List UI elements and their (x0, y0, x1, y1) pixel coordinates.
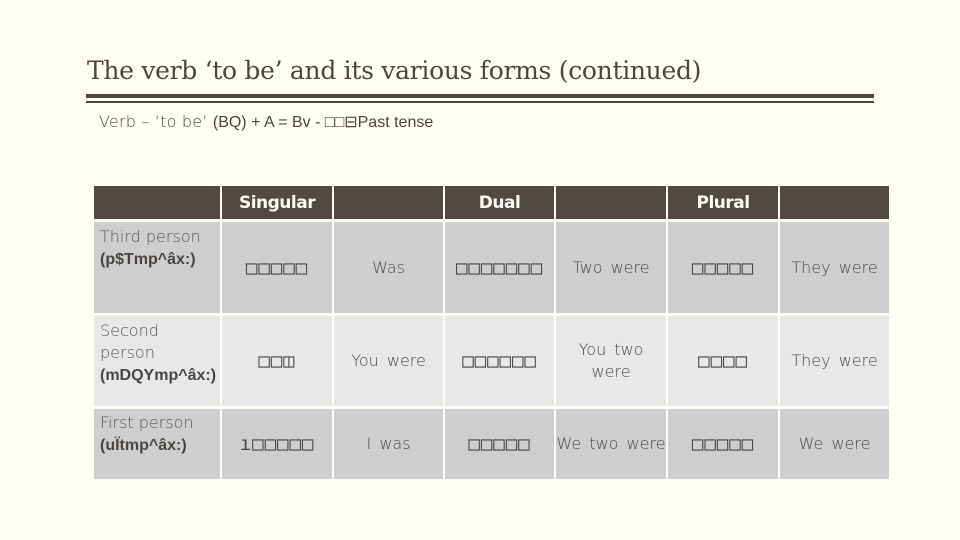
dual-native-cell: □□□□□□ (445, 316, 557, 409)
singular-english-cell: I was (334, 409, 446, 479)
person-code: (p$Tmp^âx:) (100, 251, 196, 268)
person-label: Third person (100, 227, 201, 246)
plural-english-cell: They were (780, 316, 890, 409)
table-row-third-person: Third person (p$Tmp^âx:) □□□□□ Was □□□□□… (94, 222, 890, 316)
table-header-row: Singular Dual Plural (94, 186, 890, 222)
header-empty (94, 186, 223, 222)
singular-native-cell: ı□□□□□ (222, 409, 335, 479)
singular-native-cell: □□□□□ (222, 222, 335, 316)
person-code: (uÏtmp^âx:) (100, 437, 187, 454)
plural-native-cell: □□□□□ (668, 409, 781, 479)
verb-forms-table: Singular Dual Plural Third person (p$Tmp… (94, 186, 890, 479)
person-cell: Third person (p$Tmp^âx:) (94, 222, 223, 316)
title-divider-thin (86, 101, 874, 103)
person-code: (mDQYmp^âx:) (100, 367, 217, 384)
dual-english-cell: You two were (556, 316, 669, 409)
person-label: First person (100, 413, 194, 432)
page-title: The verb ‘to be’ and its various forms (… (87, 56, 702, 85)
person-label: Second person (100, 321, 159, 362)
plural-native-cell: □□□□ (668, 316, 781, 409)
header-singular: Singular (222, 186, 335, 222)
plural-english-cell: They were (780, 222, 890, 316)
title-divider-thick (86, 94, 874, 98)
header-empty (334, 186, 446, 222)
header-empty (780, 186, 890, 222)
table-row-second-person: Second person (mDQYmp^âx:) □□◫ You were … (94, 316, 890, 409)
header-plural: Plural (668, 186, 781, 222)
dual-english-cell: Two were (556, 222, 669, 316)
header-dual: Dual (445, 186, 557, 222)
singular-english-cell: You were (334, 316, 446, 409)
subtitle-verb-label: Verb – ‘to be’ (99, 112, 213, 131)
dual-native-cell: □□□□□ (445, 409, 557, 479)
plural-native-cell: □□□□□ (668, 222, 781, 316)
plural-english-cell: We were (780, 409, 890, 479)
person-cell: First person (uÏtmp^âx:) (94, 409, 223, 479)
subtitle-formula: (BQ) + A = Bv - □□⊟Past tense (212, 114, 434, 131)
singular-native-cell: □□◫ (222, 316, 335, 409)
table-row-first-person: First person (uÏtmp^âx:) ı□□□□□ I was □□… (94, 409, 890, 479)
header-empty (556, 186, 669, 222)
dual-english-cell: We two were (556, 409, 669, 479)
person-cell: Second person (mDQYmp^âx:) (94, 316, 223, 409)
singular-english-cell: Was (334, 222, 446, 316)
dual-native-cell: □□□□□□□ (445, 222, 557, 316)
subtitle: Verb – ‘to be’ (BQ) + A = Bv - □□⊟Past t… (99, 112, 433, 132)
